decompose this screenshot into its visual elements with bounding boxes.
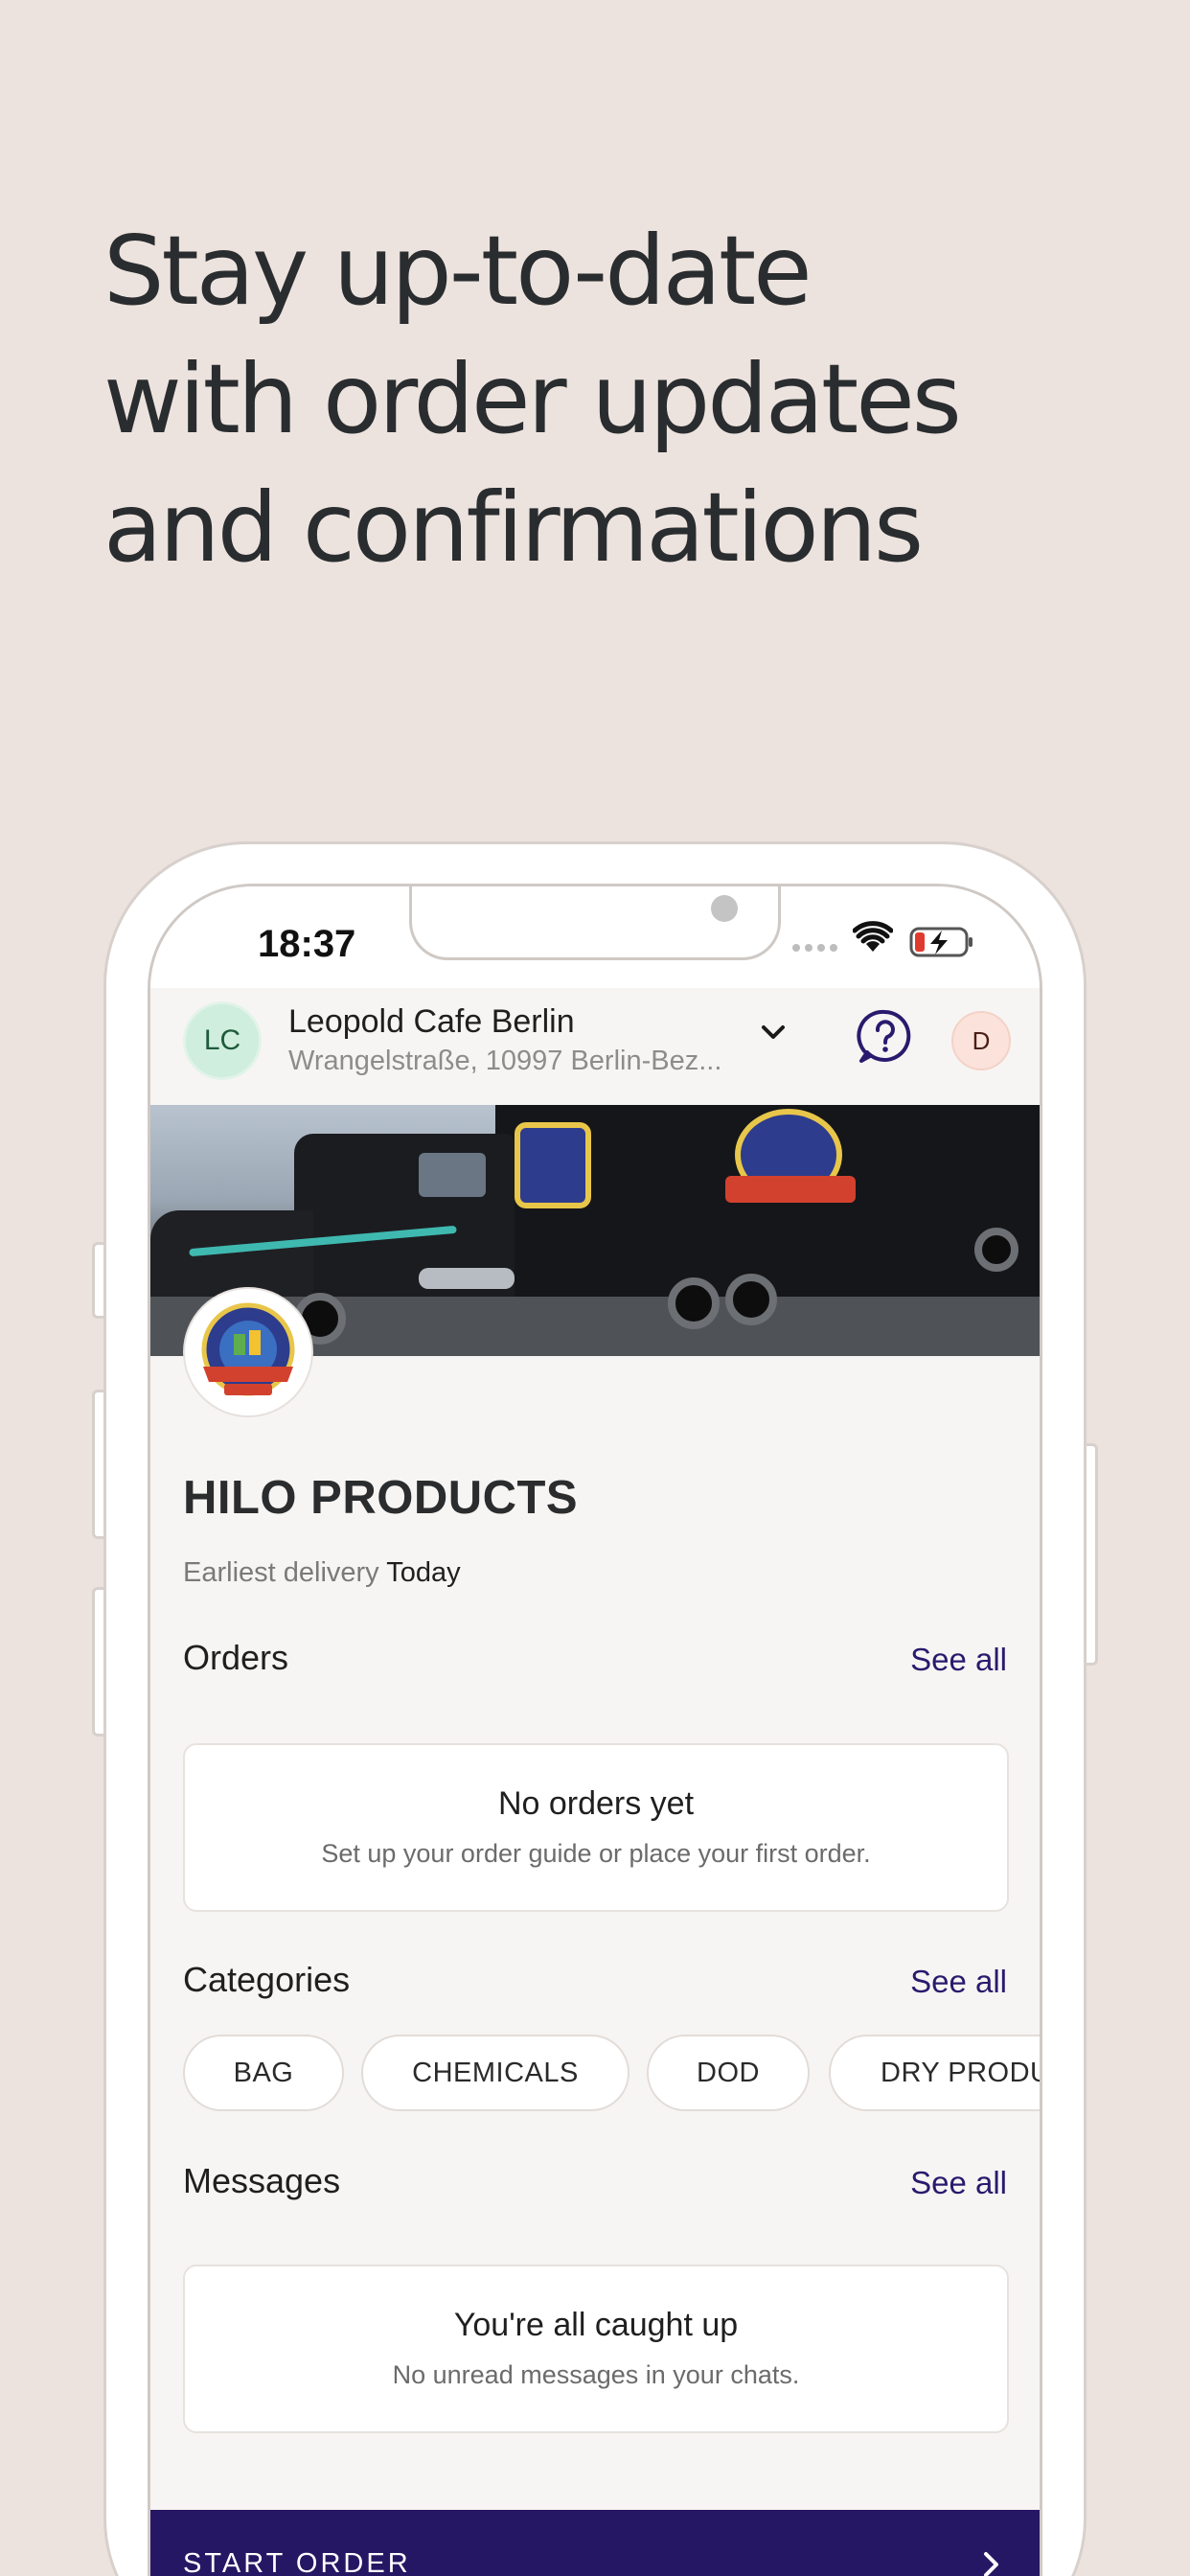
venue-name[interactable]: Leopold Cafe Berlin: [288, 1003, 575, 1041]
category-chips: BAG CHEMICALS DOD DRY PRODU: [183, 2035, 1040, 2111]
messages-empty-subtitle: No unread messages in your chats.: [392, 2360, 800, 2389]
categories-see-all-link[interactable]: See all: [910, 1964, 1007, 2000]
messages-see-all-link[interactable]: See all: [910, 2165, 1007, 2201]
orders-empty-subtitle: Set up your order guide or place your fi…: [321, 1839, 871, 1868]
banner-ribbon: [725, 1176, 856, 1203]
wifi-icon: [853, 921, 893, 952]
cellular-signal-icon: [792, 944, 837, 952]
marketing-headline: Stay up-to-date with order updates and c…: [103, 207, 1119, 592]
messages-title: Messages: [183, 2161, 341, 2200]
orders-see-all-link[interactable]: See all: [910, 1642, 1007, 1678]
delivery-value: Today: [386, 1557, 461, 1588]
chevron-down-icon[interactable]: [756, 1015, 790, 1049]
category-chip-dod[interactable]: DOD: [647, 2035, 810, 2111]
status-bar: 18:37: [150, 886, 1040, 988]
delivery-label: Earliest delivery: [183, 1557, 379, 1588]
category-chip-chemicals[interactable]: CHEMICALS: [361, 2035, 629, 2111]
banner-wheel-4: [974, 1228, 1018, 1272]
supplier-logo: [183, 1287, 313, 1417]
battery-charging-icon: [909, 927, 973, 957]
banner-wheel-3: [725, 1274, 777, 1325]
category-chip-bag[interactable]: BAG: [183, 2035, 344, 2111]
category-chip-dry-products[interactable]: DRY PRODU: [829, 2035, 1040, 2111]
orders-empty-card: No orders yet Set up your order guide or…: [183, 1743, 1009, 1912]
categories-title: Categories: [183, 1960, 351, 1999]
banner-logo-mark-2: [515, 1122, 591, 1208]
camera-icon: [711, 895, 738, 922]
phone-screen: 18:37 LC Leopold Cafe Berlin Wrangelstra…: [148, 884, 1042, 2576]
supplier-logo-emblem: [201, 1302, 295, 1396]
messages-empty-card: You're all caught up No unread messages …: [183, 2265, 1009, 2433]
phone-notch: [409, 886, 781, 960]
orders-title: Orders: [183, 1638, 289, 1677]
venue-address: Wrangelstraße, 10997 Berlin-Bez...: [288, 1046, 722, 1076]
status-time: 18:37: [258, 923, 356, 965]
chevron-right-icon: [984, 2552, 998, 2576]
venue-header: LC Leopold Cafe Berlin Wrangelstraße, 10…: [150, 988, 1040, 1105]
banner-truck-tank: [419, 1268, 515, 1289]
messages-empty-title: You're all caught up: [453, 2307, 739, 2343]
banner-wheel-2: [668, 1277, 720, 1329]
supplier-name: HILO PRODUCTS: [183, 1472, 579, 1524]
help-chat-icon[interactable]: [856, 1007, 915, 1067]
headline-line-2: with order updates: [103, 343, 962, 455]
banner-truck-window: [419, 1153, 486, 1197]
start-order-button[interactable]: START ORDER: [150, 2510, 1040, 2576]
venue-avatar[interactable]: LC: [183, 1001, 262, 1080]
earliest-delivery: Earliest delivery Today: [183, 1557, 461, 1589]
user-avatar[interactable]: D: [951, 1011, 1011, 1070]
start-order-label: START ORDER: [183, 2548, 411, 2576]
headline-line-3: and confirmations: [103, 472, 924, 584]
orders-empty-title: No orders yet: [497, 1785, 695, 1822]
headline-line-1: Stay up-to-date: [103, 215, 812, 327]
banner-truck-hood: [150, 1210, 313, 1297]
